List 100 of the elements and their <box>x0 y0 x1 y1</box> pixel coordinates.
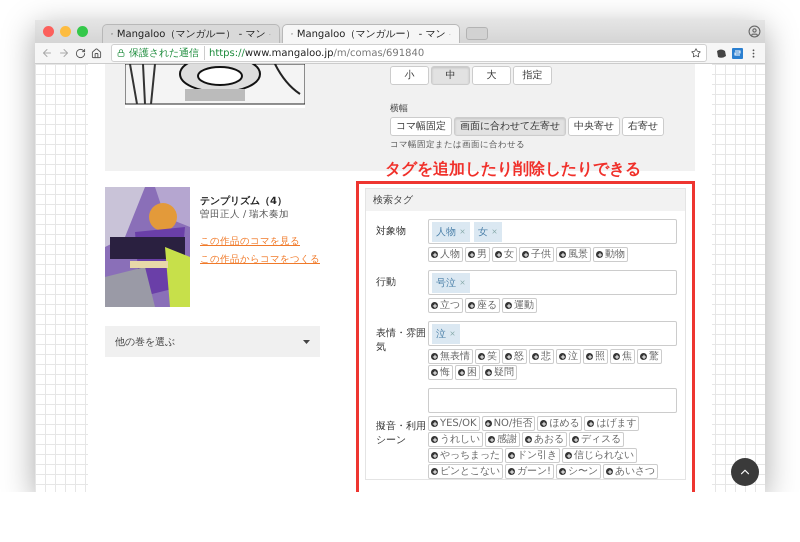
plus-icon <box>495 251 502 258</box>
width-button[interactable]: コマ幅固定 <box>390 117 452 136</box>
add-tag-button[interactable]: 悲 <box>529 349 554 364</box>
add-tag-button[interactable]: あおる <box>522 432 567 447</box>
tag-input-field[interactable]: 号泣 <box>428 270 677 295</box>
add-tag-button[interactable]: 疑問 <box>482 365 517 380</box>
plus-icon <box>431 251 438 258</box>
add-tag-button[interactable]: 照 <box>583 349 608 364</box>
plus-icon <box>431 420 438 427</box>
plus-icon <box>431 452 438 459</box>
add-tag-button[interactable]: ガーン! <box>505 464 554 479</box>
add-tag-button[interactable]: シ〜ン <box>556 464 602 479</box>
add-tag-button[interactable]: 立つ <box>428 298 463 313</box>
add-tag-button[interactable]: 動物 <box>593 247 628 262</box>
reload-icon[interactable] <box>75 48 86 58</box>
add-tag-button[interactable]: 驚 <box>637 349 662 364</box>
home-icon[interactable] <box>91 48 102 58</box>
group-label: 対象物 <box>376 224 407 239</box>
book-authors: 曽田正人 / 瑞木奏加 <box>200 208 290 221</box>
add-tag-button[interactable]: ディスる <box>569 432 624 447</box>
tag-chip[interactable]: 女 <box>474 222 502 242</box>
add-tag-button[interactable]: NO/拒否 <box>482 416 536 431</box>
profile-icon[interactable] <box>748 25 761 38</box>
size-button[interactable]: 大 <box>472 66 511 85</box>
minimize-window-button[interactable] <box>60 26 71 37</box>
plus-icon <box>458 369 465 376</box>
remove-icon[interactable] <box>459 228 466 235</box>
group-label: 表情・雰囲気 <box>376 326 427 355</box>
back-icon[interactable] <box>41 47 53 59</box>
plus-icon <box>468 251 475 258</box>
add-tag-button[interactable]: 笑 <box>475 349 500 364</box>
forward-icon[interactable] <box>58 47 70 59</box>
plus-icon <box>468 302 475 309</box>
group-label: 行動 <box>376 276 397 290</box>
zoom-window-button[interactable] <box>77 26 88 37</box>
width-button[interactable]: 右寄せ <box>622 117 664 136</box>
add-tag-button[interactable]: 運動 <box>502 298 537 313</box>
add-tag-button[interactable]: ほめる <box>537 416 582 431</box>
remove-icon[interactable] <box>459 279 466 286</box>
plus-icon <box>484 420 492 427</box>
tag-input-field[interactable]: 泣 <box>428 321 677 346</box>
add-tag-button[interactable]: 泣 <box>556 349 581 364</box>
add-tag-button[interactable]: 困 <box>455 365 480 380</box>
star-icon[interactable] <box>691 48 701 58</box>
size-button[interactable]: 指定 <box>513 66 552 85</box>
add-tag-button[interactable]: うれしい <box>428 432 483 447</box>
add-tag-button[interactable]: 感謝 <box>485 432 520 447</box>
volume-select[interactable]: 他の巻を選ぶ <box>105 326 320 357</box>
tag-input-field[interactable]: 人物 女 <box>428 219 677 244</box>
address-bar[interactable]: 保護された通信 https://www.mangaloo.jp/m/comas/691840 <box>111 44 707 62</box>
add-tag-button[interactable]: ピンとこない <box>428 464 503 479</box>
add-tag-button[interactable]: YES/OK <box>428 416 480 431</box>
add-tag-button[interactable]: 風景 <box>556 247 591 262</box>
add-tag-button[interactable]: 座る <box>465 298 500 313</box>
tag-chip[interactable]: 人物 <box>432 222 470 242</box>
plus-icon <box>525 436 532 443</box>
width-label: 横幅 <box>390 102 409 115</box>
annotation-text: タグを追加したり削除したりできる <box>385 159 642 180</box>
tag-input-field[interactable] <box>428 388 677 413</box>
add-tag-button[interactable]: 怒 <box>502 349 527 364</box>
extension-icon[interactable] <box>732 48 743 58</box>
add-tag-button[interactable]: 子供 <box>519 247 554 262</box>
add-tag-button[interactable]: はげます <box>584 416 640 431</box>
size-button[interactable]: 中 <box>431 66 470 85</box>
add-tag-button[interactable]: ドン引き <box>505 448 560 463</box>
plus-icon <box>522 251 529 258</box>
tag-chip[interactable]: 泣 <box>432 324 460 344</box>
remove-icon[interactable] <box>491 228 498 235</box>
scroll-top-button[interactable] <box>731 458 759 486</box>
plus-icon <box>565 452 572 459</box>
plus-icon <box>606 468 614 475</box>
add-tag-button[interactable]: 信じられない <box>562 448 637 463</box>
new-tab-button[interactable] <box>466 27 488 40</box>
group-label: 擬音・利用シーン <box>376 420 427 448</box>
add-tag-button[interactable]: 人物 <box>428 247 463 262</box>
width-button[interactable]: 画面に合わせて左寄せ <box>454 117 566 136</box>
add-tag-button[interactable]: 悔 <box>428 365 453 380</box>
tag-chip[interactable]: 号泣 <box>432 272 470 292</box>
plus-icon <box>431 468 438 475</box>
remove-icon[interactable] <box>449 330 456 337</box>
add-tag-button[interactable]: 焦 <box>610 349 635 364</box>
browser-tab[interactable]: Mangaloo（マンガルー） - マン <box>282 24 460 43</box>
extension-icon[interactable] <box>716 48 727 58</box>
plus-icon <box>559 468 566 475</box>
plus-icon <box>478 353 485 360</box>
close-window-button[interactable] <box>43 26 54 37</box>
add-tag-button[interactable]: 無表情 <box>428 349 473 364</box>
plus-icon <box>431 436 438 443</box>
width-button[interactable]: 中央寄せ <box>568 117 620 136</box>
add-tag-button[interactable]: 男 <box>465 247 490 262</box>
browser-tab[interactable]: Mangaloo（マンガルー） - マン <box>102 24 280 43</box>
size-button[interactable]: 小 <box>390 66 429 85</box>
book-title: テンプリズム（4） <box>200 194 288 208</box>
plus-icon <box>559 353 566 360</box>
plus-icon <box>587 420 594 427</box>
add-tag-button[interactable]: あいさつ <box>603 464 658 479</box>
add-tag-button[interactable]: 女 <box>492 247 517 262</box>
url-text: https://www.mangaloo.jp/m/comas/691840 <box>209 48 426 58</box>
security-label: 保護された通信 <box>129 46 205 60</box>
add-tag-button[interactable]: やっちまった <box>428 448 503 463</box>
